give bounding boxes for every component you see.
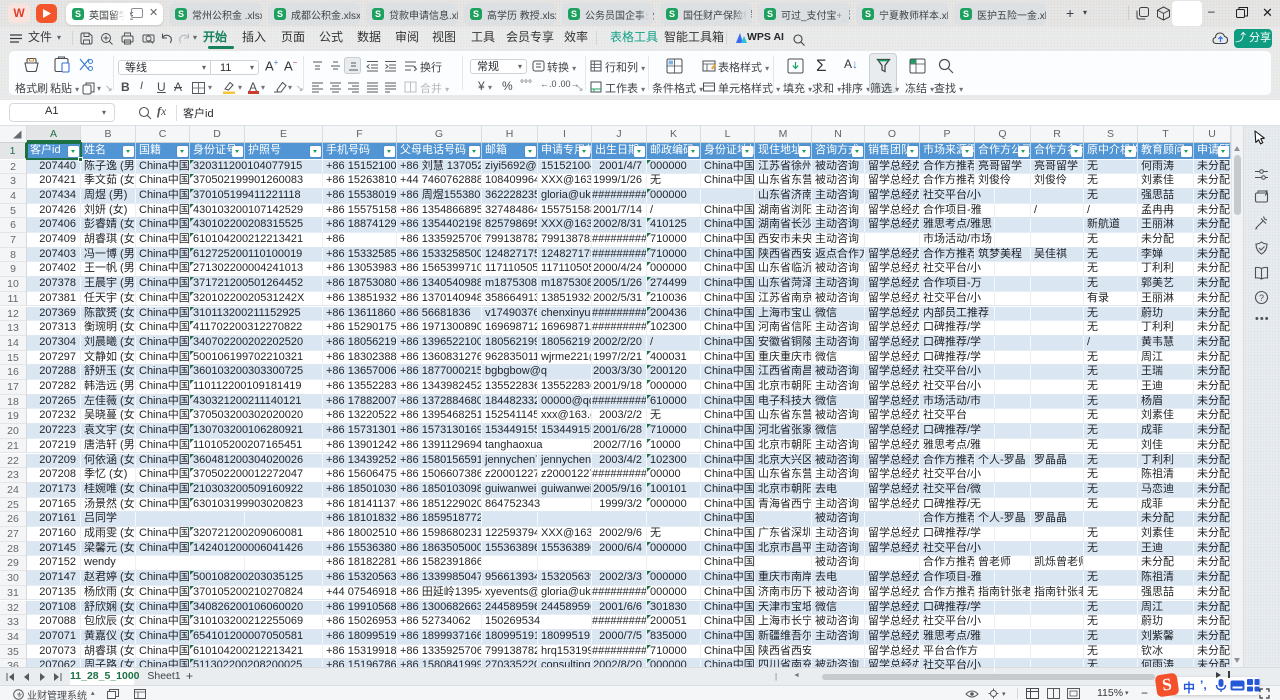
svg-text:?: ?	[1259, 293, 1264, 303]
svg-text:⚜: ⚜	[16, 690, 23, 699]
